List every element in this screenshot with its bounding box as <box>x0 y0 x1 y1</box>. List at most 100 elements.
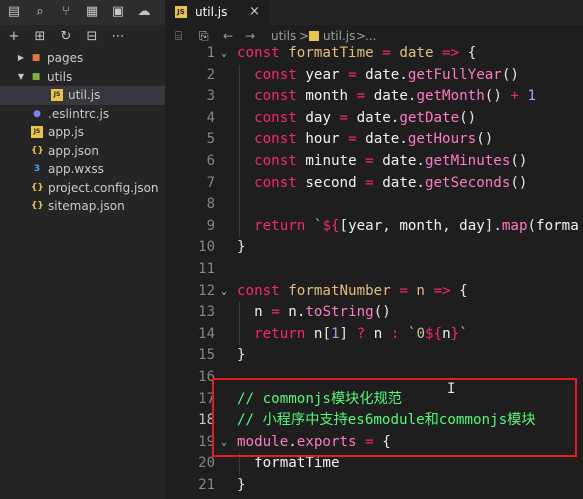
line-number: 13 <box>198 304 215 321</box>
line-number: 9 <box>206 217 215 234</box>
tree-item-label: project.config.json <box>48 180 159 195</box>
tree-item[interactable]: ▶ ■ pages <box>0 49 165 68</box>
chevron-down-icon[interactable]: ▼ <box>16 68 26 87</box>
tree-item[interactable]: JS util.js <box>0 86 165 105</box>
breadcrumb-folder[interactable]: utils <box>271 29 296 43</box>
close-icon[interactable]: × <box>249 4 260 19</box>
line-number: 12 <box>198 282 215 299</box>
code-line: 13 n = n.toString() <box>165 302 583 324</box>
explorer-toolbar: + ⊞ ↻ ⊟ ⋯ <box>0 25 165 49</box>
js-file-icon: JS <box>51 89 63 101</box>
line-number: 8 <box>206 196 215 213</box>
code-line: 14 return n[1] ? n : `0${n}` <box>165 324 583 346</box>
tree-item[interactable]: JS app.js <box>0 123 165 142</box>
line-number: 11 <box>198 261 215 277</box>
eslint-icon: ● <box>33 108 41 119</box>
line-number: 14 <box>198 325 215 342</box>
code-line: 6 const minute = date.getMinutes() <box>165 151 583 173</box>
code-line: 3 const month = date.getMonth() + 1 <box>165 86 583 108</box>
ide-window: ▤ ⌕ ⑂ ▦ ▣ ☁ + ⊞ ↻ ⊟ ⋯ ▶ ■ pages ▼ ■ utils JS ut… <box>0 0 583 499</box>
code-text: } <box>237 347 246 364</box>
code-line: 11 <box>165 259 583 281</box>
tree-item[interactable]: {} sitemap.json <box>0 197 165 216</box>
json-file-icon: {} <box>31 145 44 156</box>
chevron-right-icon[interactable]: ▶ <box>16 49 26 68</box>
line-number: 2 <box>206 66 215 83</box>
js-file-icon <box>309 31 319 41</box>
code-line: 4 const day = date.getDate() <box>165 108 583 130</box>
tab-util-js[interactable]: JS util.js × <box>165 0 270 25</box>
collapse-icon[interactable]: ⊟ <box>85 30 99 44</box>
js-file-icon: JS <box>31 126 43 138</box>
source-control-icon[interactable]: ⑂ <box>59 5 73 19</box>
code-text: n = n.toString() <box>254 304 391 321</box>
tree-item[interactable]: 3 app.wxss <box>0 160 165 179</box>
code-line: 5 const hour = date.getHours() <box>165 129 583 151</box>
line-number: 19 <box>198 433 215 450</box>
tree-item-label: sitemap.json <box>48 199 125 213</box>
json-file-icon: {} <box>31 201 44 211</box>
new-folder-icon[interactable]: ⊞ <box>33 30 47 44</box>
code-text: const hour = date.getHours() <box>254 131 494 148</box>
css-file-icon: 3 <box>33 164 41 174</box>
json-file-icon: {} <box>31 182 44 193</box>
code-line: 7 const second = date.getSeconds() <box>165 173 583 195</box>
code-line: 15} <box>165 345 583 367</box>
wrap-icon[interactable]: ⌸ <box>175 29 182 44</box>
tree-item[interactable]: ● .eslintrc.js <box>0 105 165 124</box>
forward-icon[interactable]: → <box>245 29 255 43</box>
back-icon[interactable]: ← <box>223 29 233 43</box>
line-number: 16 <box>198 369 215 385</box>
tree-item[interactable]: {} app.json <box>0 142 165 161</box>
line-number: 7 <box>206 174 215 191</box>
fold-icon[interactable]: ⌄ <box>221 281 227 303</box>
tab-label: util.js <box>195 5 228 19</box>
line-number: 5 <box>206 131 215 148</box>
tree-item-label: app.json <box>48 143 99 158</box>
code-line: 9 return `${[year, month, day].map(forma <box>165 216 583 238</box>
tree-item[interactable]: ▼ ■ utils <box>0 68 165 87</box>
search-icon[interactable]: ⌕ <box>33 5 47 19</box>
code-text: const formatNumber = n => { <box>237 282 468 299</box>
breadcrumb-file[interactable]: util.js <box>323 29 355 43</box>
code-text: const formatTime = date => { <box>237 45 477 61</box>
cloud-icon[interactable]: ☁ <box>137 5 151 19</box>
code-text: const minute = date.getMinutes() <box>254 153 528 169</box>
breadcrumb-more[interactable]: ... <box>365 29 376 43</box>
code-text: const year = date.getFullYear() <box>254 66 519 83</box>
code-line: 1 ⌄ const formatTime = date => { <box>165 43 583 65</box>
refresh-icon[interactable]: ↻ <box>59 30 73 44</box>
extensions-icon[interactable]: ▦ <box>85 5 99 19</box>
line-number: 21 <box>198 477 215 493</box>
new-file-icon[interactable]: + <box>7 30 21 44</box>
code-text: return n[1] ? n : `0${n}` <box>254 325 468 342</box>
files-icon[interactable]: ▤ <box>7 5 21 19</box>
folder-icon: ■ <box>31 53 41 63</box>
tab-bar: JS util.js × <box>165 0 583 25</box>
tree-item-label: utils <box>47 69 73 84</box>
code-text: const second = date.getSeconds() <box>254 174 528 191</box>
code-line: 12 ⌄ const formatNumber = n => { <box>165 281 583 303</box>
text-cursor-icon: I <box>447 382 455 396</box>
activity-bar: ▤ ⌕ ⑂ ▦ ▣ ☁ <box>0 0 165 25</box>
tree-item-label: pages <box>47 51 84 65</box>
code-line: 8 <box>165 194 583 216</box>
highlight-box <box>212 378 577 457</box>
debug-icon[interactable]: ▣ <box>111 5 125 19</box>
bookmark-icon[interactable]: ⎘ <box>199 29 209 44</box>
code-text: const month = date.getMonth() + 1 <box>254 88 537 105</box>
indent-guide <box>239 64 240 238</box>
code-text: } <box>237 239 246 256</box>
file-tree: ▶ ■ pages ▼ ■ utils JS util.js ● .eslintrc.js JS ap… <box>0 49 165 216</box>
line-number: 1 <box>206 45 215 61</box>
code-line: 10} <box>165 237 583 259</box>
tree-item[interactable]: {} project.config.json <box>0 179 165 198</box>
tree-item-label: .eslintrc.js <box>48 106 110 121</box>
explorer-sidebar: ▤ ⌕ ⑂ ▦ ▣ ☁ + ⊞ ↻ ⊟ ⋯ ▶ ■ pages ▼ ■ utils JS ut… <box>0 0 166 499</box>
line-number: 10 <box>198 239 215 256</box>
tree-item-label: app.js <box>48 125 84 139</box>
line-number: 20 <box>198 455 215 472</box>
more-icon[interactable]: ⋯ <box>111 30 125 44</box>
fold-icon[interactable]: ⌄ <box>221 43 227 65</box>
js-file-icon: JS <box>175 6 187 18</box>
